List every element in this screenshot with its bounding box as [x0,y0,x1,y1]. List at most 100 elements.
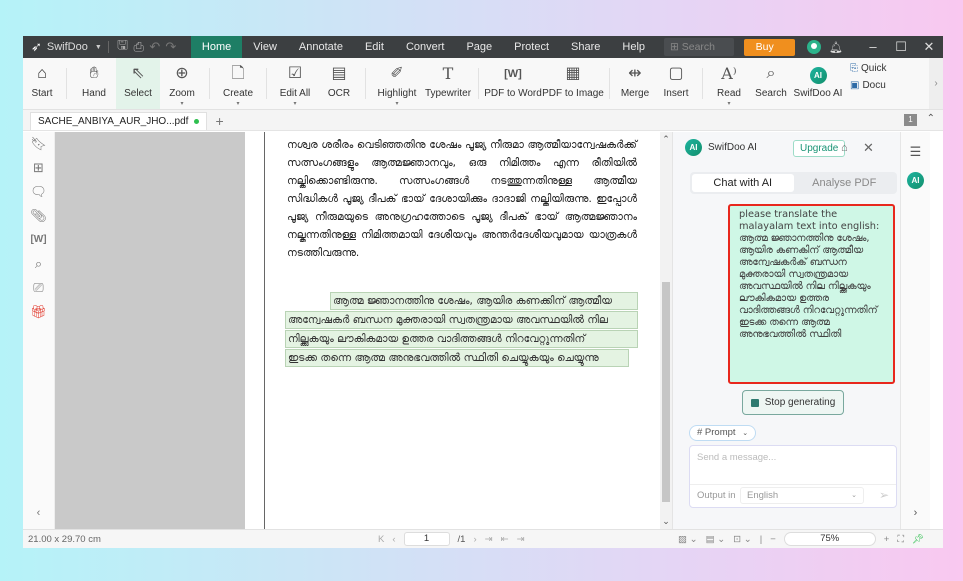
settings-sliders-icon[interactable]: ☰ [901,144,930,160]
document-tab[interactable]: SACHE_ANBIYA_AUR_JHO...pdf [30,112,208,130]
menu-page[interactable]: Page [455,36,503,58]
scroll-up-icon[interactable]: ⌃ [660,134,672,145]
first-page-icon[interactable]: K [378,534,384,545]
new-tab-plus-icon[interactable]: + [215,112,223,130]
signature-icon[interactable]: ⎚ [23,276,54,300]
edit-all-button[interactable]: ☑ Edit All ▾ [272,58,318,109]
zoom-button[interactable]: ⊕ Zoom ▾ [160,58,204,109]
divider [209,68,210,99]
word-convert-icon[interactable]: [W] [23,228,54,252]
stop-generating-button[interactable]: Stop generating [742,390,844,415]
zoom-level-input[interactable]: 75% [783,532,876,546]
close-window-icon[interactable]: ✕ [915,39,943,55]
print-icon[interactable]: ⎙ [131,39,147,55]
workspace: 🔖︎ ⊞ 🗨︎ 📎︎ [W] ⌕ ⎚ 🎁︎ ‹ നശ്വര ശരീരം വെടി… [23,132,943,529]
fullscreen-icon[interactable]: ⛶ [897,534,904,545]
search-icon[interactable]: ⌕ [23,252,54,276]
menu-help[interactable]: Help [611,36,656,58]
upgrade-button[interactable]: Upgrade [793,140,846,157]
ocr-button[interactable]: ▤ OCR [318,58,360,109]
swifdoo-ai-button[interactable]: AI SwifDoo AI [792,58,844,109]
send-icon[interactable]: ➢ [879,488,889,502]
current-page-input[interactable]: 1 [403,532,450,546]
title-bar: ➶ SwifDoo ▼ 🖫 ⎙ ↶ ↷ Home View Annotate E… [23,36,943,71]
zoom-out-icon[interactable]: − [770,534,776,545]
expand-right-chevron-icon[interactable]: › [901,507,930,519]
collapse-ribbon-chevron-up-icon[interactable]: ⌃ [927,113,935,124]
output-language-value: English [747,490,779,501]
search-tools-input[interactable]: ⊞ Search Tools [664,38,734,71]
message-input[interactable]: Send a message... [697,452,776,463]
collapse-left-chevron-icon[interactable]: ‹ [23,507,54,519]
last-page-icon[interactable]: ⇥ [485,534,493,545]
start-button[interactable]: ⌂ Start [23,58,61,109]
save-icon[interactable]: 🖫 [115,36,131,58]
pdf-to-image-button[interactable]: ▦ PDF to Image [542,58,604,109]
next-page-icon[interactable]: › [473,534,476,545]
pdf-page[interactable]: നശ്വര ശരീരം വെടിഞ്ഞതിനു ശേഷം പൂജ്യ നീരുമ… [265,132,660,529]
notification-bell-icon[interactable]: 🔔︎ [825,41,847,54]
maximize-icon[interactable]: ☐ [887,39,915,55]
clear-chat-broom-icon[interactable]: ⌂ [841,142,848,154]
menu-edit[interactable]: Edit [354,36,395,58]
chevron-down-icon: ⌄ [742,430,749,437]
status-bar: 21.00 x 29.70 cm K ‹ 1 /1 › ⇥ ⇤ ⇥ ▨ ⌄ ▤ … [23,529,943,548]
buy-pro-button[interactable]: Buy Pro [743,38,795,70]
ribbon-scroll-right-icon[interactable]: › [929,58,943,109]
edit-box-icon: ☑ [287,65,303,82]
output-language-select[interactable]: English ⌄ [740,487,864,504]
insert-button[interactable]: ▢ Insert [655,58,697,109]
search-button[interactable]: ⌕ Search [750,58,792,109]
tab-analyse-pdf[interactable]: Analyse PDF [794,174,896,192]
menu-view[interactable]: View [242,36,288,58]
page-layout-icon[interactable]: ▤ ⌄ [706,534,726,545]
account-avatar-icon[interactable] [803,40,825,54]
highlight-button[interactable]: ✐ Highlight ▾ [371,58,423,109]
start-label: Start [31,88,53,99]
bookmark-icon[interactable]: 🔖︎ [23,132,54,156]
ocr-label: OCR [327,88,351,99]
hand-button[interactable]: ✋︎ Hand [72,58,116,109]
zoom-in-icon[interactable]: + [884,534,890,545]
highlight-label: Highlight [377,88,417,99]
menu-convert[interactable]: Convert [395,36,456,58]
forward-view-icon[interactable]: ⇥ [517,534,525,545]
comments-icon[interactable]: 🗨︎ [23,180,54,204]
prompt-dropdown[interactable]: # Prompt ⌄ [689,425,757,441]
create-button[interactable]: 🗋 Create ▾ [215,58,261,109]
gift-icon[interactable]: 🎁︎ [23,300,54,324]
close-panel-icon[interactable]: ✕ [863,140,874,156]
previous-page-icon[interactable]: ‹ [392,534,395,545]
back-view-icon[interactable]: ⇤ [501,534,509,545]
tab-chat-with-ai[interactable]: Chat with AI [692,174,794,192]
menu-home[interactable]: Home [190,36,243,58]
undo-icon[interactable]: ↶ [147,39,163,55]
background-pattern-icon[interactable]: ▨ ⌄ [678,534,698,545]
selected-text-block[interactable]: ആത്മ ജ്ഞാനത്തിനു ശേഷം, ആയിര കണക്കിന് ആത്… [285,292,638,368]
thumbnails-grid-icon[interactable]: ⊞ [23,156,54,180]
app-menu-button[interactable]: ➶ SwifDoo ▼ [23,39,102,55]
select-button[interactable]: ⇖ Select [116,58,160,109]
quick-button[interactable]: ⎘ Quick [850,63,887,74]
docu-button[interactable]: ▣ Docu [850,80,887,91]
right-rail: ☰ AI › [900,132,930,529]
ai-logo-icon: AI [685,138,702,156]
ai-assistant-icon[interactable]: AI [907,170,924,189]
scrollbar-thumb[interactable] [662,282,670,502]
pdf-to-word-button[interactable]: [W] PDF to Word [484,58,542,109]
app-window: ➶ SwifDoo ▼ 🖫 ⎙ ↶ ↷ Home View Annotate E… [23,36,943,548]
attachment-paperclip-icon[interactable]: 📎︎ [23,204,54,228]
read-button[interactable]: A⁾ Read ▾ [708,58,750,109]
scroll-down-icon[interactable]: ⌄ [660,516,672,527]
document-scrollbar[interactable]: ⌃ ⌄ [660,132,672,529]
pin-icon[interactable]: 📌︎ [912,534,924,545]
menu-share[interactable]: Share [560,36,611,58]
menu-protect[interactable]: Protect [503,36,560,58]
menu-annotate[interactable]: Annotate [288,36,354,58]
minimize-icon[interactable]: – [859,39,887,55]
merge-button[interactable]: ⇹ Merge [615,58,655,109]
typewriter-button[interactable]: T Typewriter [423,58,473,109]
redo-icon[interactable]: ↷ [163,39,179,55]
fit-page-icon[interactable]: ⊡ ⌄ [733,534,752,545]
dropdown-dot-icon: ▾ [727,101,731,107]
